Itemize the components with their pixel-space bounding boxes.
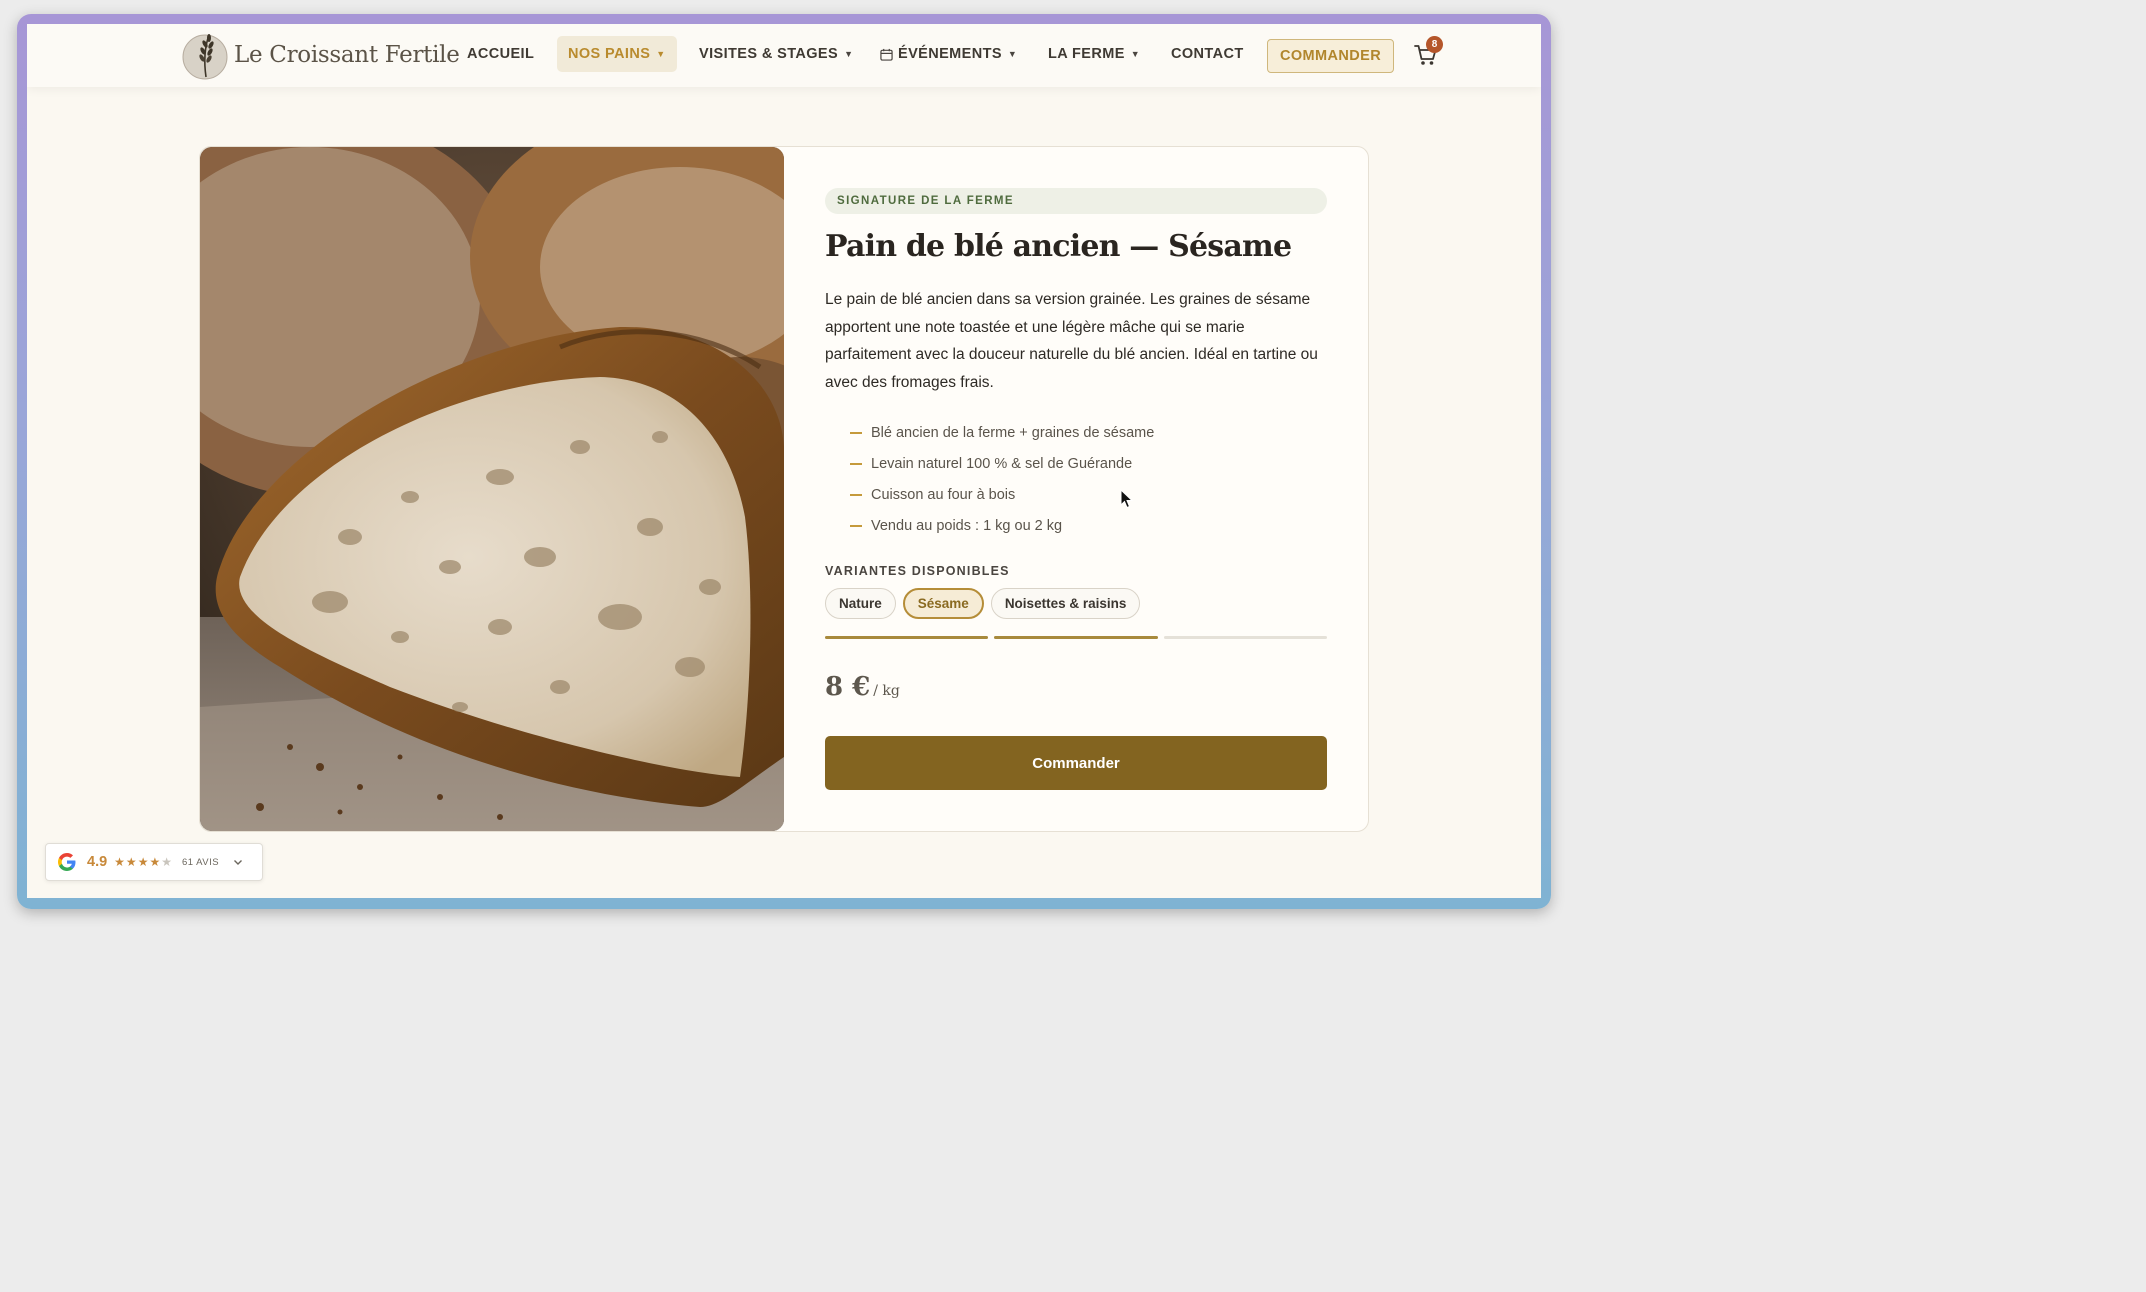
star-rating-icon: ★★★★★ [114, 855, 173, 869]
carousel-progress [825, 636, 1327, 639]
dash-icon [850, 493, 862, 496]
browser-window: Le Croissant Fertile ACCUEIL NOS PAINS ▼… [27, 24, 1541, 898]
rating-value: 4.9 [87, 854, 108, 870]
calendar-icon [880, 48, 893, 61]
wheat-logo-icon [182, 34, 228, 80]
google-reviews-badge[interactable]: 4.9 ★★★★★ 61 AVIS [45, 843, 263, 881]
caret-down-icon: ▼ [656, 49, 666, 59]
feature-item: Blé ancien de la ferme + graines de sésa… [850, 417, 1320, 448]
review-count: 61 AVIS [181, 856, 220, 868]
product-title: Pain de blé ancien — Sésame [825, 229, 1292, 264]
progress-segment [825, 636, 989, 639]
nav-commander-button[interactable]: COMMANDER [1267, 39, 1395, 73]
google-g-icon [58, 853, 76, 871]
brand-logo[interactable]: Le Croissant Fertile [182, 26, 460, 84]
signature-tag: SIGNATURE DE LA FERME [825, 188, 1327, 214]
caret-down-icon: ▼ [1007, 49, 1018, 59]
variant-chip-noisettes-raisins[interactable]: Noisettes & raisins [990, 588, 1141, 619]
nav-la-ferme[interactable]: LA FERME ▼ [1048, 36, 1140, 72]
nav-label: NOS PAINS [568, 46, 651, 62]
feature-text: Levain naturel 100 % & sel de Guérande [871, 455, 1133, 472]
feature-list: Blé ancien de la ferme + graines de sésa… [850, 417, 1320, 541]
nav-nos-pains[interactable]: NOS PAINS ▼ [557, 36, 677, 72]
bread-image [200, 147, 784, 831]
nav-label: ÉVÉNEMENTS [898, 46, 1002, 62]
caret-down-icon: ▼ [844, 49, 854, 59]
variant-chip-nature[interactable]: Nature [825, 588, 896, 619]
variants-label: VARIANTES DISPONIBLES [825, 564, 1010, 578]
feature-text: Blé ancien de la ferme + graines de sésa… [871, 424, 1155, 441]
price-unit: / kg [873, 683, 900, 699]
variant-chip-sesame[interactable]: Sésame [902, 588, 984, 619]
dash-icon [850, 462, 862, 465]
feature-item: Vendu au poids : 1 kg ou 2 kg [850, 510, 1320, 541]
product-photo [200, 147, 784, 831]
dash-icon [850, 524, 862, 527]
progress-segment [994, 636, 1158, 639]
cart-count-badge: 8 [1426, 36, 1443, 53]
brand-name: Le Croissant Fertile [234, 42, 460, 68]
progress-segment [1163, 636, 1327, 639]
feature-item: Cuisson au four à bois [850, 479, 1320, 510]
nav-cta-label: COMMANDER [1280, 48, 1382, 64]
mouse-cursor-icon [1120, 489, 1134, 509]
nav-visites-stages[interactable]: VISITES & STAGES ▼ [699, 36, 853, 72]
nav-label: VISITES & STAGES [699, 46, 839, 62]
price-value: 8 € [825, 672, 871, 702]
product-card: SIGNATURE DE LA FERME Pain de blé ancien… [199, 146, 1369, 832]
nav-label: CONTACT [1171, 46, 1244, 62]
nav-evenements[interactable]: ÉVÉNEMENTS ▼ [880, 36, 1017, 72]
nav-contact[interactable]: CONTACT [1171, 36, 1244, 72]
caret-down-icon: ▼ [1130, 49, 1141, 59]
product-description: Le pain de blé ancien dans sa version gr… [825, 291, 1318, 392]
site-header: Le Croissant Fertile ACCUEIL NOS PAINS ▼… [27, 24, 1541, 87]
chevron-down-icon [234, 860, 243, 865]
order-button[interactable]: Commander [825, 736, 1327, 790]
nav-label: ACCUEIL [467, 46, 535, 62]
feature-text: Cuisson au four à bois [871, 486, 1016, 503]
product-info: SIGNATURE DE LA FERME Pain de blé ancien… [825, 147, 1327, 831]
nav-label: LA FERME [1048, 46, 1125, 62]
dash-icon [850, 431, 862, 434]
variant-chips: Nature Sésame Noisettes & raisins [825, 588, 1141, 619]
price: 8 € / kg [825, 672, 900, 702]
nav-accueil[interactable]: ACCUEIL [467, 36, 534, 72]
feature-text: Vendu au poids : 1 kg ou 2 kg [871, 517, 1063, 534]
feature-item: Levain naturel 100 % & sel de Guérande [850, 448, 1320, 479]
